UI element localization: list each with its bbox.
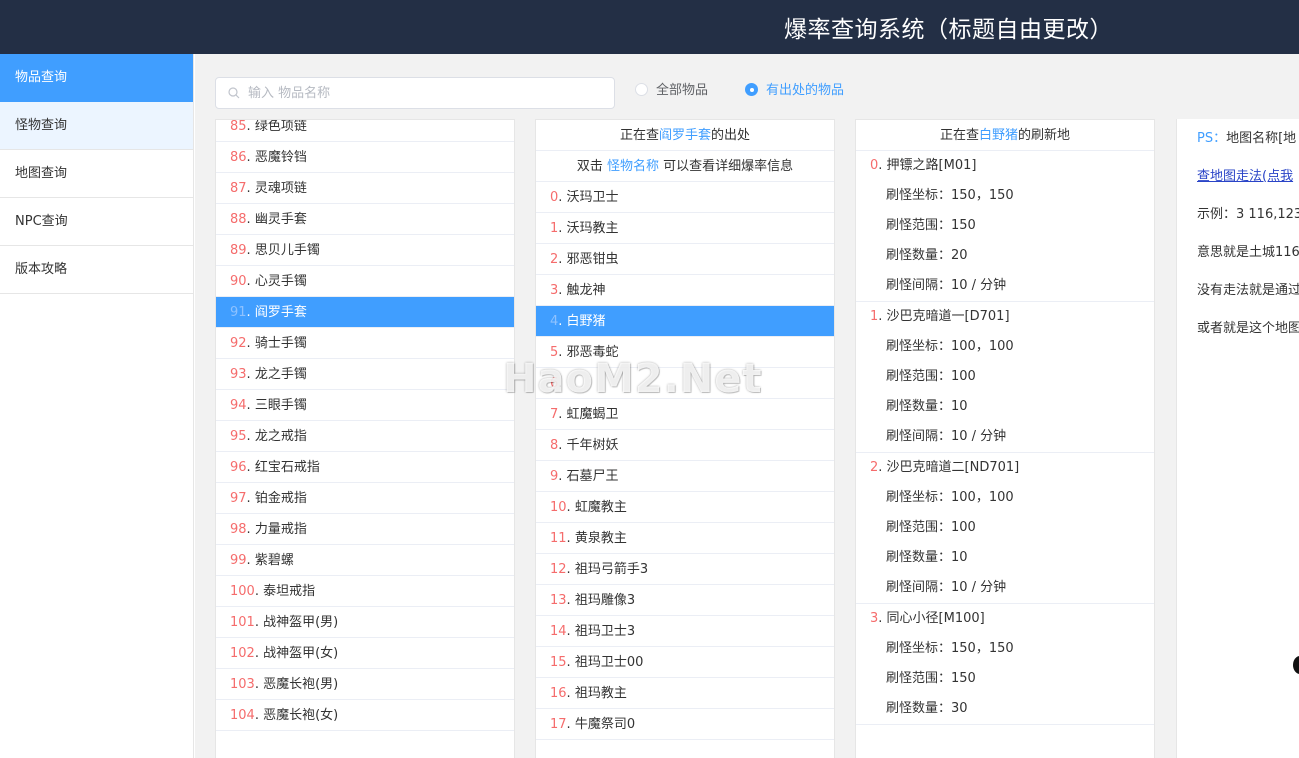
spawn-entry[interactable]: 3. 同心小径[M100] 刷怪坐标：150，150 刷怪范围：150 刷怪数量… <box>856 604 1154 725</box>
spawn-entry[interactable]: 2. 沙巴克暗道二[ND701] 刷怪坐标：100，100 刷怪范围：100 刷… <box>856 453 1154 604</box>
item-row[interactable]: 90. 心灵手镯 <box>216 266 514 297</box>
spawn-range: 刷怪范围：150 <box>886 671 976 686</box>
radio-all-items[interactable]: 全部物品 <box>635 83 708 101</box>
search-icon <box>228 87 240 99</box>
item-row[interactable]: 104. 恶魔长袍(女) <box>216 700 514 731</box>
help-example: 示例：3 116,123 <box>1197 207 1299 222</box>
spawn-coord: 刷怪坐标：150，150 <box>886 641 1014 656</box>
monster-row[interactable]: 8. 千年树妖 <box>536 430 834 461</box>
item-row[interactable]: 100. 泰坦戒指 <box>216 576 514 607</box>
monster-row[interactable]: 16. 祖玛教主 <box>536 678 834 709</box>
sidebar-item-monster-query[interactable]: 怪物查询 <box>0 102 193 150</box>
item-row[interactable]: 103. 恶魔长袍(男) <box>216 669 514 700</box>
item-row[interactable]: 86. 恶魔铃铛 <box>216 142 514 173</box>
monster-row[interactable]: 1. 沃玛教主 <box>536 213 834 244</box>
monster-row[interactable]: 9. 石墓尸王 <box>536 461 834 492</box>
spawn-interval: 刷怪间隔：10 / 分钟 <box>886 580 1007 595</box>
monster-row-selected[interactable]: 4. 白野猪 <box>536 306 834 337</box>
spawn-map-name: 1. 沙巴克暗道一[D701] <box>870 309 1010 324</box>
monster-row[interactable]: 5. 邪恶毒蛇 <box>536 337 834 368</box>
sidebar-nav: 物品查询 怪物查询 地图查询 NPC查询 版本攻略 <box>0 54 194 758</box>
radio-checked-icon <box>745 83 758 96</box>
item-row[interactable]: 96. 红宝石戒指 <box>216 452 514 483</box>
spawn-entry[interactable]: 1. 沙巴克暗道一[D701] 刷怪坐标：100，100 刷怪范围：100 刷怪… <box>856 302 1154 453</box>
item-row[interactable]: 101. 战神盔甲(男) <box>216 607 514 638</box>
monster-row[interactable]: 6. <box>536 368 834 399</box>
monster-row[interactable]: 10. 虹魔教主 <box>536 492 834 523</box>
radio-items-with-source[interactable]: 有出处的物品 <box>745 83 844 101</box>
item-row[interactable]: 98. 力量戒指 <box>216 514 514 545</box>
item-search-box[interactable] <box>215 77 615 109</box>
spawn-map-name: 0. 押镖之路[M01] <box>870 158 977 173</box>
item-row[interactable]: 85. 绿色项链 <box>216 120 514 142</box>
spawn-interval: 刷怪间隔：10 / 分钟 <box>886 278 1007 293</box>
help-panel: PS：地图名称[地 查地图走法(点我 示例：3 116,123 意思就是土城11… <box>1176 119 1299 758</box>
monster-panel-header: 正在查阎罗手套的出处 <box>536 120 834 151</box>
spawn-coord: 刷怪坐标：100，100 <box>886 339 1014 354</box>
item-row[interactable]: 94. 三眼手镯 <box>216 390 514 421</box>
item-row[interactable]: 95. 龙之戒指 <box>216 421 514 452</box>
spawn-map-name: 2. 沙巴克暗道二[ND701] <box>870 460 1020 475</box>
monster-panel-hint: 双击 怪物名称 可以查看详细爆率信息 <box>536 151 834 182</box>
spawn-coord: 刷怪坐标：100，100 <box>886 490 1014 505</box>
spawn-count: 刷怪数量：30 <box>886 701 968 716</box>
monster-row[interactable]: 3. 触龙神 <box>536 275 834 306</box>
radio-circle-icon <box>635 83 648 96</box>
item-row[interactable]: 88. 幽灵手套 <box>216 204 514 235</box>
help-line-2: 没有走法就是通过 <box>1197 283 1299 298</box>
help-line-3: 或者就是这个地图 <box>1197 321 1299 336</box>
spawn-count: 刷怪数量：10 <box>886 550 968 565</box>
spawn-range: 刷怪范围：150 <box>886 218 976 233</box>
spawn-range: 刷怪范围：100 <box>886 520 976 535</box>
spawn-range: 刷怪范围：100 <box>886 369 976 384</box>
monster-row[interactable]: 17. 牛魔祭司0 <box>536 709 834 740</box>
monster-row[interactable]: 11. 黄泉教主 <box>536 523 834 554</box>
monster-row[interactable]: 7. 虹魔蝎卫 <box>536 399 834 430</box>
monster-row[interactable]: 2. 邪恶钳虫 <box>536 244 834 275</box>
item-list-panel: 85. 绿色项链 86. 恶魔铃铛 87. 灵魂项链 88. 幽灵手套 89. … <box>215 119 515 758</box>
spawn-count: 刷怪数量：10 <box>886 399 968 414</box>
item-row[interactable]: 87. 灵魂项链 <box>216 173 514 204</box>
map-route-link[interactable]: 查地图走法(点我 <box>1197 169 1293 184</box>
help-line-1: 意思就是土城116 <box>1197 245 1299 260</box>
spawn-entry[interactable]: 0. 押镖之路[M01] 刷怪坐标：150，150 刷怪范围：150 刷怪数量：… <box>856 151 1154 302</box>
spawn-interval: 刷怪间隔：10 / 分钟 <box>886 429 1007 444</box>
spawn-count: 刷怪数量：20 <box>886 248 968 263</box>
spawn-location-panel: 正在查白野猪的刷新地 0. 押镖之路[M01] 刷怪坐标：150，150 刷怪范… <box>855 119 1155 758</box>
app-title: 爆率查询系统（标题自由更改） <box>784 17 1113 43</box>
item-row[interactable]: 97. 铂金戒指 <box>216 483 514 514</box>
item-row[interactable]: 89. 思贝儿手镯 <box>216 235 514 266</box>
item-row[interactable]: 99. 紫碧螺 <box>216 545 514 576</box>
sidebar-item-map-query[interactable]: 地图查询 <box>0 150 193 198</box>
monster-row[interactable]: 13. 祖玛雕像3 <box>536 585 834 616</box>
top-header-bar: 爆率查询系统（标题自由更改） <box>0 0 1299 54</box>
sidebar-item-version-guide[interactable]: 版本攻略 <box>0 246 193 294</box>
ps-note: PS：地图名称[地 <box>1197 131 1297 146</box>
spawn-coord: 刷怪坐标：150，150 <box>886 188 1014 203</box>
item-row[interactable]: 92. 骑士手镯 <box>216 328 514 359</box>
sidebar-item-item-query[interactable]: 物品查询 <box>0 54 193 102</box>
search-input[interactable] <box>248 83 608 103</box>
monster-row[interactable]: 12. 祖玛弓箭手3 <box>536 554 834 585</box>
monster-row[interactable]: 0. 沃玛卫士 <box>536 182 834 213</box>
spawn-panel-header: 正在查白野猪的刷新地 <box>856 120 1154 151</box>
monster-source-panel: 正在查阎罗手套的出处 双击 怪物名称 可以查看详细爆率信息 0. 沃玛卫士 1.… <box>535 119 835 758</box>
monster-row[interactable]: 15. 祖玛卫士00 <box>536 647 834 678</box>
item-row-selected[interactable]: 91. 阎罗手套 <box>216 297 514 328</box>
spawn-map-name: 3. 同心小径[M100] <box>870 611 985 626</box>
sidebar-item-npc-query[interactable]: NPC查询 <box>0 198 193 246</box>
item-row[interactable]: 102. 战神盔甲(女) <box>216 638 514 669</box>
item-row[interactable]: 93. 龙之手镯 <box>216 359 514 390</box>
monster-row[interactable]: 14. 祖玛卫士3 <box>536 616 834 647</box>
